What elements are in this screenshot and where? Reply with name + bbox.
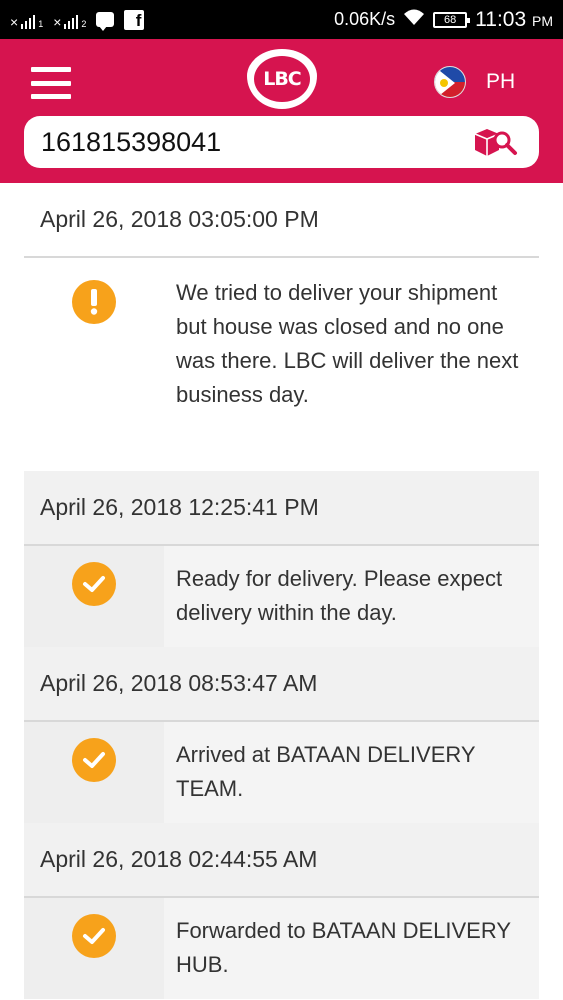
timeline-entry: April 26, 2018 12:25:41 PM Ready for del… [24, 471, 539, 647]
entry-description: We tried to deliver your shipment but ho… [176, 280, 519, 407]
facebook-notification-icon: f [124, 9, 145, 30]
region-label[interactable]: PH [486, 70, 515, 94]
philippines-flag-icon[interactable] [434, 66, 466, 98]
entry-description: Ready for delivery. Please expect delive… [176, 566, 503, 625]
entry-datetime: April 26, 2018 02:44:55 AM [24, 823, 539, 898]
check-icon [72, 914, 116, 958]
timeline-entry: April 26, 2018 08:53:47 AM Arrived at BA… [24, 647, 539, 823]
entry-description: Arrived at BATAAN DELIVERY TEAM. [176, 742, 476, 801]
hamburger-menu-icon[interactable] [31, 67, 71, 99]
signal-sim1-icon: × 1 [10, 13, 44, 30]
clock: 11:03 PM [475, 7, 553, 31]
check-icon [72, 738, 116, 782]
entry-datetime: April 26, 2018 08:53:47 AM [24, 647, 539, 722]
tracking-search-bar [24, 116, 539, 168]
signal-sim2-icon: × 2 [53, 13, 87, 30]
timeline-entry: April 26, 2018 03:05:00 PM We tried to d… [24, 183, 539, 471]
track-package-search-icon[interactable] [471, 126, 519, 158]
check-icon [72, 562, 116, 606]
app-header: LBC PH [0, 39, 563, 183]
exclamation-icon [72, 280, 116, 324]
entry-description: Forwarded to BATAAN DELIVERY HUB. [176, 918, 511, 977]
network-speed: 0.06K/s [334, 9, 396, 29]
wifi-icon [403, 8, 425, 31]
status-bar: × 1 × 2 f 0.06K/s 68 11:03 PM [0, 0, 563, 39]
message-notification-icon [96, 12, 115, 31]
timeline-entry: April 26, 2018 02:44:55 AM Forwarded to … [24, 823, 539, 999]
entry-datetime: April 26, 2018 12:25:41 PM [24, 471, 539, 546]
tracking-timeline: April 26, 2018 03:05:00 PM We tried to d… [24, 183, 539, 999]
lbc-logo[interactable]: LBC [247, 49, 317, 109]
battery-indicator: 68 [433, 11, 471, 28]
tracking-number-input[interactable] [41, 126, 461, 158]
entry-datetime: April 26, 2018 03:05:00 PM [24, 183, 539, 258]
